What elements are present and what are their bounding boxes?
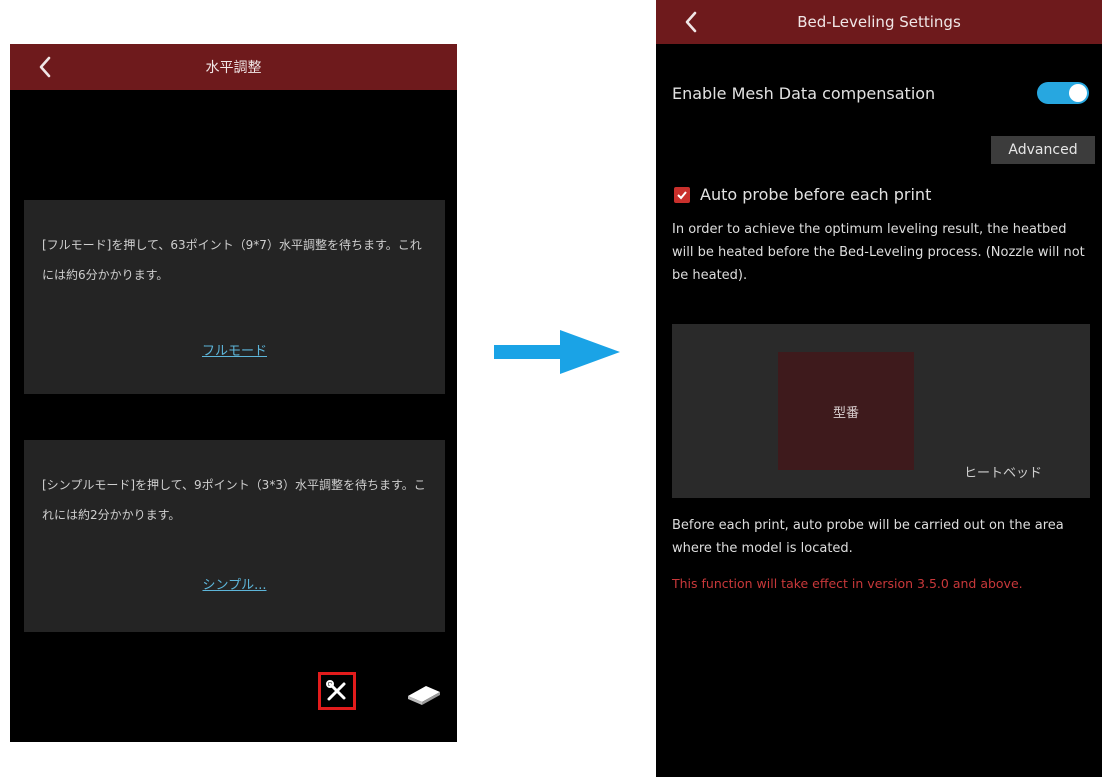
- simple-mode-card: [シンプルモード]を押して、9ポイント（3*3）水平調整を待ちます。これには約2…: [24, 440, 445, 632]
- chevron-left-icon: [685, 11, 697, 33]
- bed-leveling-settings-screen: Bed-Leveling Settings Enable Mesh Data c…: [656, 0, 1102, 777]
- leveling-screen: 水平調整 [フルモード]を押して、63ポイント（9*7）水平調整を待ちます。これ…: [10, 44, 457, 742]
- simple-mode-button[interactable]: シンプル...: [24, 574, 445, 593]
- arrow-right-icon: [494, 330, 620, 374]
- advanced-button[interactable]: Advanced: [991, 136, 1095, 164]
- simple-mode-description: [シンプルモード]を押して、9ポイント（3*3）水平調整を待ちます。これには約2…: [42, 478, 426, 522]
- full-mode-button[interactable]: フルモード: [24, 340, 445, 359]
- model-area: 型番: [778, 352, 914, 470]
- auto-probe-label: Auto probe before each print: [700, 185, 932, 204]
- tools-icon: [326, 680, 346, 701]
- top-bar: Bed-Leveling Settings: [656, 0, 1102, 44]
- mesh-compensation-toggle[interactable]: [1037, 82, 1089, 104]
- page-title: 水平調整: [205, 60, 262, 76]
- back-button[interactable]: [32, 52, 58, 82]
- toggle-knob: [1069, 84, 1087, 102]
- print-bed-icon: [408, 686, 440, 705]
- page-title: Bed-Leveling Settings: [797, 13, 961, 31]
- chevron-left-icon: [39, 56, 51, 78]
- checkmark-icon: [677, 190, 687, 199]
- heatbed-preview: 型番 ヒートベッド: [672, 324, 1090, 498]
- leveling-description: In order to achieve the optimum leveling…: [672, 222, 1085, 283]
- version-warning: This function will take effect in versio…: [672, 576, 1023, 591]
- auto-probe-note: Before each print, auto probe will be ca…: [672, 518, 1064, 556]
- back-button[interactable]: [678, 7, 704, 37]
- top-bar: 水平調整: [10, 44, 457, 90]
- full-mode-description: [フルモード]を押して、63ポイント（9*7）水平調整を待ちます。これには約6分…: [42, 238, 422, 282]
- full-mode-card: [フルモード]を押して、63ポイント（9*7）水平調整を待ちます。これには約6分…: [24, 200, 445, 394]
- tools-button[interactable]: [318, 672, 356, 710]
- auto-probe-checkbox[interactable]: [674, 186, 690, 203]
- auto-probe-row[interactable]: Auto probe before each print: [674, 185, 931, 204]
- heatbed-label: ヒートベッド: [964, 466, 1043, 481]
- print-bed-button[interactable]: [404, 678, 444, 708]
- mesh-compensation-label: Enable Mesh Data compensation: [672, 84, 936, 103]
